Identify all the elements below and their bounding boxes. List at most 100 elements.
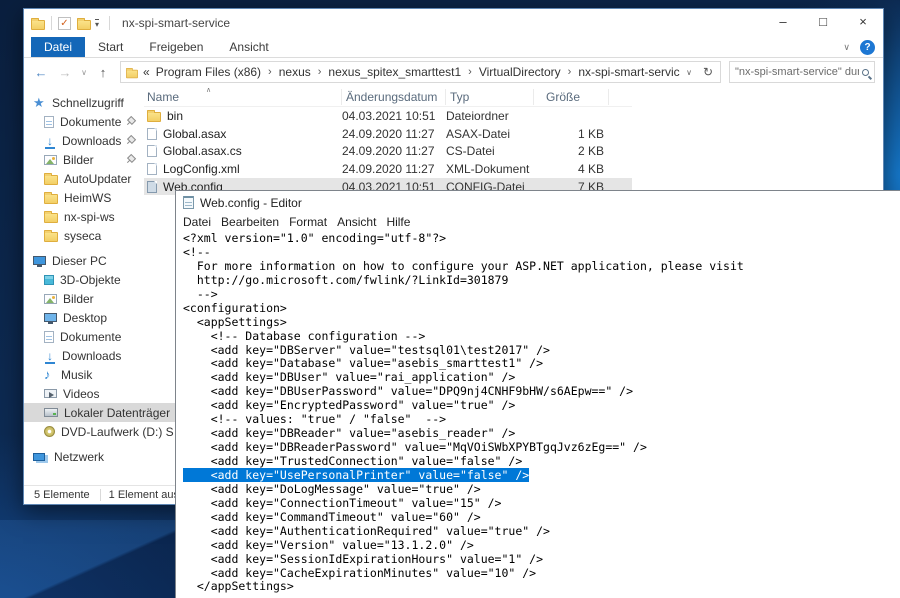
address-folder-icon: [126, 69, 138, 78]
video-icon: [44, 389, 57, 398]
refresh-icon[interactable]: ↻: [698, 65, 718, 79]
file-name: Global.asax: [163, 127, 226, 141]
menu-ansicht[interactable]: Ansicht: [332, 215, 381, 229]
menu-format[interactable]: Format: [284, 215, 332, 229]
minimize-button[interactable]: –: [763, 9, 803, 37]
notepad-titlebar: Web.config - Editor: [176, 191, 900, 214]
file-name-cell: Global.asax.cs: [144, 144, 342, 158]
tab-start[interactable]: Start: [85, 37, 136, 57]
divider: [109, 16, 110, 30]
page-icon: [147, 145, 157, 157]
file-name-cell: LogConfig.xml: [144, 162, 342, 176]
editor-line-text: <add key="DoLogMessage" value="true" />: [183, 482, 481, 496]
editor-line-text: </appSettings>: [183, 579, 294, 593]
sidebar-item-videos[interactable]: Videos: [24, 384, 196, 403]
search-input[interactable]: "nx-spi-smart-service" durchs...: [729, 61, 875, 83]
file-row-global-asax[interactable]: Global.asax24.09.2020 11:27ASAX-Datei1 K…: [144, 125, 632, 143]
sidebar-item-label: syseca: [64, 229, 101, 243]
file-name: Global.asax.cs: [163, 144, 242, 158]
sidebar-item-lokaler-datentr-ger[interactable]: Lokaler Datenträger: [24, 403, 196, 422]
column-header-name[interactable]: Name: [144, 89, 342, 105]
column-header-type[interactable]: Typ: [446, 89, 534, 105]
sidebar-item-nx-spi-ws[interactable]: nx-spi-ws: [24, 207, 196, 226]
qat-customize-icon[interactable]: ▾: [95, 19, 99, 29]
file-rows: bin04.03.2021 10:51DateiordnerGlobal.asa…: [144, 107, 632, 195]
sidebar-item-dieser-pc[interactable]: Dieser PC: [24, 251, 196, 270]
address-dropdown-icon[interactable]: ∨: [680, 68, 698, 77]
page-icon: [147, 163, 157, 175]
editor-line: <add key="EncryptedPassword" value="true…: [183, 399, 900, 413]
up-button[interactable]: ↑: [92, 65, 114, 80]
address-toolbar: ← → ∨ ↑ «Program Files (x86)›nexus›nexus…: [24, 58, 883, 86]
editor-line: </appSettings>: [183, 580, 900, 594]
file-name-cell: Global.asax: [144, 127, 342, 141]
sidebar-item-3d-objekte[interactable]: 3D-Objekte: [24, 270, 196, 289]
sidebar-item-syseca[interactable]: syseca: [24, 226, 196, 245]
disk-icon: [44, 408, 58, 417]
cube-icon: [44, 275, 54, 285]
sidebar-item-label: Dieser PC: [52, 254, 107, 268]
search-icon: [862, 69, 869, 76]
file-size: 2 KB: [534, 144, 604, 158]
network-icon: [33, 453, 45, 461]
desktop: ✓ ▾ nx-spi-smart-service – □ × DateiStar…: [0, 0, 900, 598]
editor-line: <add key="AuthenticationRequired" value=…: [183, 525, 900, 539]
editor-line: <add key="DBReader" value="asebis_reader…: [183, 427, 900, 441]
breadcrumb-segment[interactable]: nexus: [275, 65, 315, 79]
search-text: "nx-spi-smart-service" durchs...: [735, 66, 859, 78]
notepad-app-icon: [183, 196, 194, 209]
sidebar-item-dvd-laufwerk-d-s[interactable]: DVD-Laufwerk (D:) S: [24, 422, 196, 441]
help-button[interactable]: ?: [860, 40, 875, 55]
editor-line-text: <!--: [183, 245, 211, 259]
breadcrumb-segment[interactable]: Program Files (x86): [152, 65, 265, 79]
sidebar-item-downloads[interactable]: ↓Downloads: [24, 346, 196, 365]
editor-line: <add key="DBServer" value="testsql01\tes…: [183, 344, 900, 358]
editor-line-text: <?xml version="1.0" encoding="utf-8"?>: [183, 231, 446, 245]
tab-datei[interactable]: Datei: [31, 37, 85, 57]
tab-ansicht[interactable]: Ansicht: [216, 37, 281, 57]
close-button[interactable]: ×: [843, 9, 883, 37]
notepad-window: Web.config - Editor DateiBearbeitenForma…: [175, 190, 900, 598]
editor-line-text: <add key="EncryptedPassword" value="true…: [183, 398, 515, 412]
menu-datei[interactable]: Datei: [178, 215, 216, 229]
file-row-global-asax-cs[interactable]: Global.asax.cs24.09.2020 11:27CS-Datei2 …: [144, 142, 632, 160]
file-row-bin[interactable]: bin04.03.2021 10:51Dateiordner: [144, 107, 632, 125]
window-title: nx-spi-smart-service: [122, 16, 230, 30]
sidebar-item-desktop[interactable]: Desktop: [24, 308, 196, 327]
sidebar-item-label: nx-spi-ws: [64, 210, 115, 224]
sidebar-item-musik[interactable]: ♪Musik: [24, 365, 196, 384]
editor-line-text: <add key="TrustedConnection" value="fals…: [183, 454, 522, 468]
breadcrumb-segment[interactable]: VirtualDirectory: [475, 65, 565, 79]
ribbon-collapse-icon[interactable]: ∨: [843, 42, 850, 53]
file-date: 04.03.2021 10:51: [342, 109, 446, 123]
star-icon: ★: [33, 96, 46, 109]
sidebar-item-label: DVD-Laufwerk (D:) S: [61, 425, 174, 439]
qat-properties-icon[interactable]: ✓: [58, 17, 71, 30]
file-name-cell: bin: [144, 109, 342, 123]
pin-icon: [124, 153, 137, 166]
editor-text-area[interactable]: <?xml version="1.0" encoding="utf-8"?><!…: [176, 230, 900, 594]
recent-locations-icon[interactable]: ∨: [78, 68, 90, 77]
back-button[interactable]: ←: [30, 65, 52, 80]
sidebar-item-netzwerk[interactable]: Netzwerk: [24, 447, 196, 466]
folder-icon: [44, 232, 58, 242]
editor-line-text: <add key="DBReader" value="asebis_reader…: [183, 426, 515, 440]
breadcrumb-segment[interactable]: nexus_spitex_smarttest1: [324, 65, 465, 79]
wallpaper-beam: [0, 520, 200, 598]
column-header-date[interactable]: Änderungsdatum: [342, 89, 446, 105]
qat-new-folder-icon[interactable]: [77, 20, 91, 30]
download-icon: ↓: [44, 350, 56, 362]
address-bar[interactable]: «Program Files (x86)›nexus›nexus_spitex_…: [120, 61, 721, 83]
explorer-titlebar: ✓ ▾ nx-spi-smart-service – □ ×: [24, 9, 883, 37]
maximize-button[interactable]: □: [803, 9, 843, 37]
file-row-logconfig-xml[interactable]: LogConfig.xml24.09.2020 11:27XML-Dokumen…: [144, 160, 632, 178]
editor-line: <add key="UsePersonalPrinter" value="fal…: [183, 469, 900, 483]
breadcrumb-segment[interactable]: nx-spi-smart-service: [574, 65, 680, 79]
tab-freigeben[interactable]: Freigeben: [136, 37, 216, 57]
sidebar-item-bilder[interactable]: Bilder: [24, 289, 196, 308]
menu-hilfe[interactable]: Hilfe: [381, 215, 415, 229]
sidebar-item-dokumente[interactable]: Dokumente: [24, 327, 196, 346]
forward-button[interactable]: →: [54, 65, 76, 80]
menu-bearbeiten[interactable]: Bearbeiten: [216, 215, 284, 229]
column-header-size[interactable]: Größe: [534, 89, 609, 105]
